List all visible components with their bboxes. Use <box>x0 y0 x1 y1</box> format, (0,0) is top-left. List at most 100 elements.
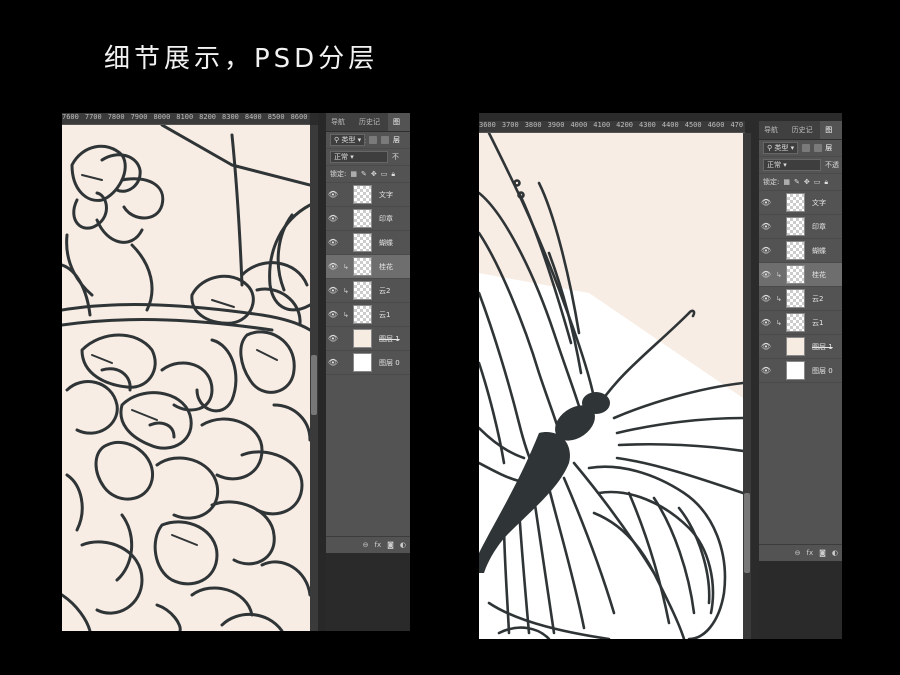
layer-name: 图层 0 <box>379 358 400 367</box>
lock-all-icon[interactable]: 🔒︎ <box>391 170 395 179</box>
layer-row[interactable]: 👁︎ 图层 0 <box>759 359 842 383</box>
layer-row[interactable]: 👁︎ 图层 0 <box>326 351 410 375</box>
canvas-flowers[interactable] <box>62 125 310 631</box>
canvas-vertical-scrollbar[interactable] <box>743 133 751 639</box>
layer-name: 蝴蝶 <box>812 246 826 255</box>
blend-mode-value: 正常 <box>767 161 781 169</box>
lock-all-icon[interactable]: 🔒︎ <box>824 178 828 187</box>
layer-row[interactable]: 👁︎ ↳ 桂花 <box>759 263 842 287</box>
layer-thumbnail <box>353 257 372 276</box>
layer-row[interactable]: 👁︎ 蝴蝶 <box>759 239 842 263</box>
visibility-eye-icon[interactable]: 👁︎ <box>759 366 773 375</box>
layer-row[interactable]: 👁︎ ↳ 云1 <box>759 311 842 335</box>
layer-name: 云2 <box>379 286 391 295</box>
layer-row[interactable]: 👁︎ 蝴蝶 <box>326 231 410 255</box>
visibility-eye-icon[interactable]: 👁︎ <box>326 310 340 319</box>
layer-row[interactable]: 👁︎ ↳ 云2 <box>759 287 842 311</box>
link-icon[interactable]: ⊖ <box>795 549 801 557</box>
layer-row[interactable]: 👁︎ 文字 <box>759 191 842 215</box>
fx-icon[interactable]: fx <box>374 541 381 549</box>
layer-row[interactable]: 👁︎ 图层 1 <box>326 327 410 351</box>
image-filter-icon[interactable] <box>369 136 378 144</box>
layer-name: 蝴蝶 <box>379 238 393 247</box>
layer-thumbnail <box>353 281 372 300</box>
layers-panel: 导航器历史记录图层⚲ 类型 ▾正常 ▾不锁定:▦✎✥▭🔒︎👁︎文字👁︎印章👁︎蝴… <box>326 113 410 553</box>
visibility-eye-icon[interactable]: 👁︎ <box>759 342 773 351</box>
adjust-icon[interactable]: ◐ <box>832 549 838 557</box>
ruler-tick: 7900 <box>130 113 148 121</box>
layer-row[interactable]: 👁︎ 印章 <box>759 215 842 239</box>
layer-name: 云1 <box>379 310 391 319</box>
clipping-mask-icon: ↳ <box>776 270 782 279</box>
lock-paint-icon[interactable]: ✎ <box>361 170 367 178</box>
tab-layers[interactable]: 图层 <box>820 121 842 152</box>
ruler-tick: 8000 <box>153 113 171 121</box>
horizontal-ruler: 7600 7700 7800 7900 8000 8100 8200 8300 8400 8500… <box>62 113 310 125</box>
fx-icon[interactable]: fx <box>806 549 813 557</box>
layer-thumbnail <box>786 337 805 356</box>
clipping-mask-icon: ↳ <box>343 262 349 271</box>
lock-move-icon[interactable]: ✥ <box>804 178 810 186</box>
tab-navigator[interactable]: 导航器 <box>326 113 354 144</box>
layer-thumbnail <box>786 241 805 260</box>
visibility-eye-icon[interactable]: 👁︎ <box>326 286 340 295</box>
lock-move-icon[interactable]: ✥ <box>371 170 377 178</box>
tab-navigator[interactable]: 导航器 <box>759 121 787 152</box>
layer-row[interactable]: 👁︎ 文字 <box>326 183 410 207</box>
ruler-tick: 4000 <box>570 121 588 129</box>
visibility-eye-icon[interactable]: 👁︎ <box>326 214 340 223</box>
mask-icon[interactable]: ◙ <box>387 541 394 549</box>
layer-thumbnail <box>786 193 805 212</box>
canvas-butterfly[interactable] <box>479 133 743 639</box>
blend-mode-select[interactable]: 正常 ▾ <box>763 159 821 171</box>
right-screenshot: 3600 3700 3800 3900 4000 4100 4200 4300 4400 4500… <box>479 113 842 639</box>
layer-row[interactable]: 👁︎ ↳ 云1 <box>326 303 410 327</box>
link-icon[interactable]: ⊖ <box>363 541 369 549</box>
layer-row[interactable]: 👁︎ ↳ 云2 <box>326 279 410 303</box>
adjust-filter-icon[interactable] <box>814 144 823 152</box>
blend-mode-value: 正常 <box>334 153 348 161</box>
visibility-eye-icon[interactable]: 👁︎ <box>759 294 773 303</box>
layer-filter-select[interactable]: ⚲ 类型 ▾ <box>330 134 366 146</box>
layer-filter-select[interactable]: ⚲ 类型 ▾ <box>763 142 799 154</box>
adjust-icon[interactable]: ◐ <box>400 541 406 549</box>
tab-layers[interactable]: 图层 <box>388 113 410 144</box>
layer-name: 文字 <box>379 190 393 199</box>
lock-transparent-icon[interactable]: ▦ <box>783 178 790 186</box>
visibility-eye-icon[interactable]: 👁︎ <box>759 222 773 231</box>
lock-artboard-icon[interactable]: ▭ <box>381 170 388 178</box>
layer-name: 云1 <box>812 318 824 327</box>
mask-icon[interactable]: ◙ <box>819 549 826 557</box>
layer-row[interactable]: 👁︎ 印章 <box>326 207 410 231</box>
visibility-eye-icon[interactable]: 👁︎ <box>759 198 773 207</box>
layer-row[interactable]: 👁︎ 图层 1 <box>759 335 842 359</box>
ruler-tick: 8100 <box>176 113 194 121</box>
canvas-vertical-scrollbar[interactable] <box>310 125 318 631</box>
tab-history[interactable]: 历史记录 <box>787 121 821 152</box>
lock-artboard-icon[interactable]: ▭ <box>814 178 821 186</box>
visibility-eye-icon[interactable]: 👁︎ <box>326 334 340 343</box>
visibility-eye-icon[interactable]: 👁︎ <box>326 262 340 271</box>
image-filter-icon[interactable] <box>802 144 811 152</box>
lock-row: 锁定: ▦ ✎ ✥ ▭ 🔒︎ <box>759 174 842 191</box>
lock-transparent-icon[interactable]: ▦ <box>350 170 357 178</box>
adjust-filter-icon[interactable] <box>381 136 390 144</box>
layer-name: 文字 <box>812 198 826 207</box>
visibility-eye-icon[interactable]: 👁︎ <box>326 190 340 199</box>
visibility-eye-icon[interactable]: 👁︎ <box>759 318 773 327</box>
lock-paint-icon[interactable]: ✎ <box>794 178 800 186</box>
visibility-eye-icon[interactable]: 👁︎ <box>326 238 340 247</box>
layer-thumbnail <box>353 209 372 228</box>
ruler-tick: 3800 <box>524 121 542 129</box>
lock-label: 锁定: <box>330 170 347 178</box>
ruler-tick: 8300 <box>222 113 239 121</box>
visibility-eye-icon[interactable]: 👁︎ <box>759 270 773 279</box>
ruler-tick: 4400 <box>661 121 679 129</box>
blend-mode-select[interactable]: 正常 ▾ <box>330 151 388 163</box>
ruler-tick: 8400 <box>244 113 262 121</box>
tab-history[interactable]: 历史记录 <box>354 113 388 144</box>
layer-row[interactable]: 👁︎ ↳ 桂花 <box>326 255 410 279</box>
blend-row: 正常 ▾ 不 <box>326 149 410 166</box>
visibility-eye-icon[interactable]: 👁︎ <box>759 246 773 255</box>
visibility-eye-icon[interactable]: 👁︎ <box>326 358 340 367</box>
